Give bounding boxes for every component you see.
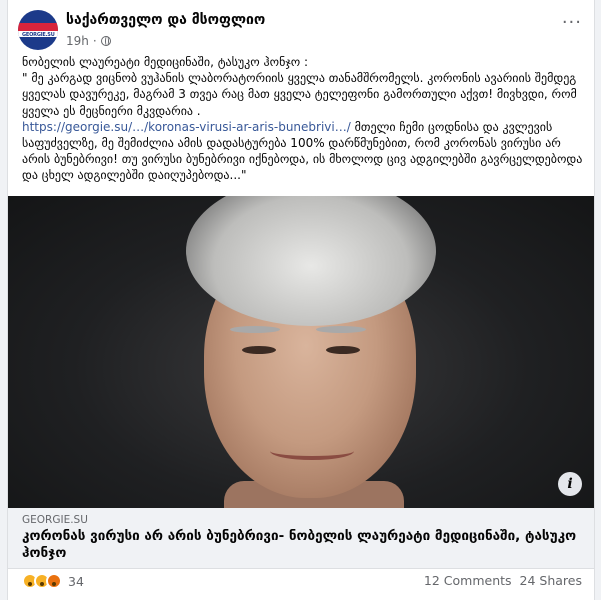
post-text-line: ნობელის ლაურეატი მედიცინაში, ტასუკო ჰონჯ… (22, 55, 309, 69)
avatar-logo-text: GEORGIE.SU (22, 32, 55, 38)
shares-count-link[interactable]: 24 Shares (520, 573, 582, 588)
link-title[interactable]: კორონას ვირუსი არ არის ბუნებრივი- ნობელი… (22, 528, 582, 562)
post-photo[interactable]: i (8, 196, 594, 508)
article-link[interactable]: https://georgie.su/…/koronas-virusi-ar-a… (22, 120, 351, 134)
post-timestamp[interactable]: 19h (66, 34, 89, 48)
angry-reaction-icon (46, 573, 62, 589)
post-quote: " მე კარგად ვიცნობ ვუჰანის ლაბორატორიის … (22, 71, 581, 118)
link-preview[interactable]: GEORGIE.SU კორონას ვირუსი არ არის ბუნებრ… (8, 508, 594, 569)
info-icon[interactable]: i (558, 472, 582, 496)
link-domain: GEORGIE.SU (22, 514, 88, 526)
post-text: ნობელის ლაურეატი მედიცინაში, ტასუკო ჰონჯ… (22, 54, 588, 184)
ellipsis-icon[interactable]: ··· (562, 14, 582, 32)
post-card: GEORGIE.SU საქართველო და მსოფლიო 19h · ·… (7, 0, 595, 600)
reaction-summary[interactable]: 34 (22, 573, 84, 589)
page-avatar[interactable]: GEORGIE.SU (18, 10, 58, 50)
post-meta: 19h · (66, 34, 111, 48)
engagement-stats: 12 Comments 24 Shares (424, 573, 582, 588)
comments-count-link[interactable]: 12 Comments (424, 573, 512, 588)
page-name-link[interactable]: საქართველო და მსოფლიო (66, 12, 265, 28)
globe-icon (100, 36, 111, 46)
reaction-count: 34 (68, 573, 84, 589)
post-header: GEORGIE.SU საქართველო და მსოფლიო 19h · ·… (18, 8, 584, 50)
